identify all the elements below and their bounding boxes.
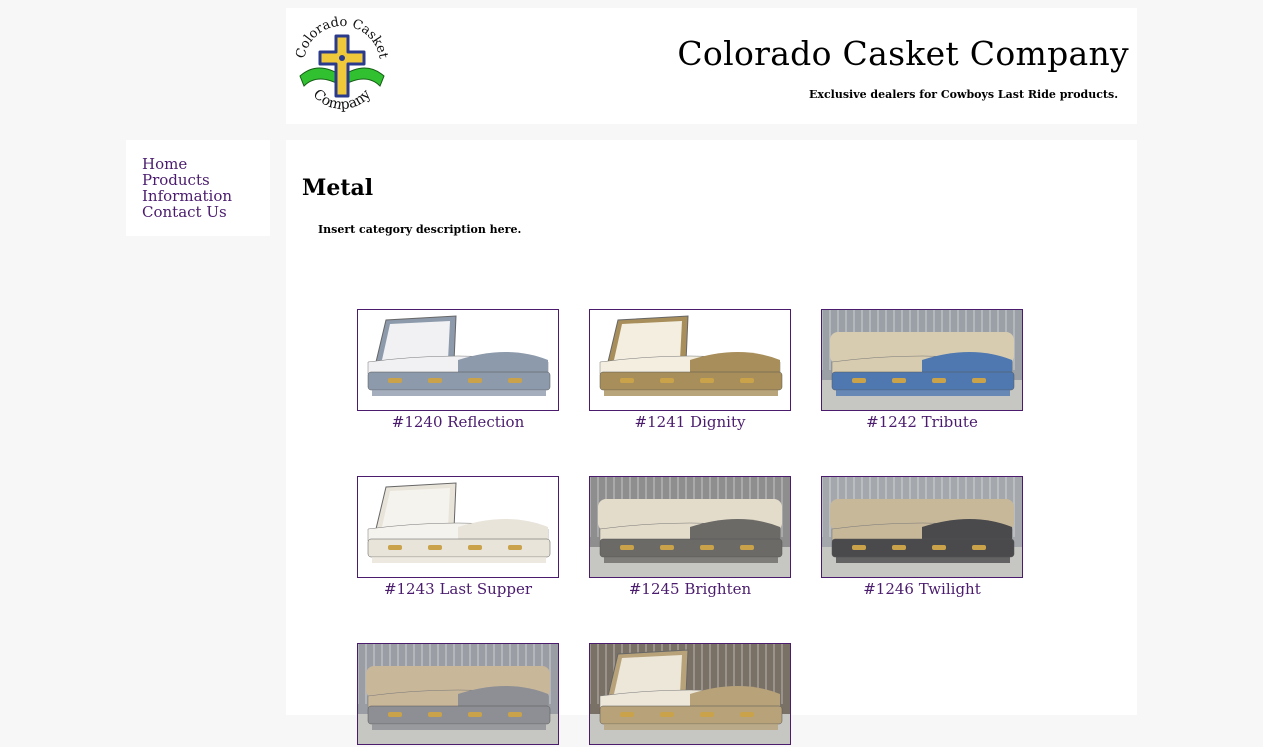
casket-image <box>358 644 558 744</box>
product-thumbnail[interactable] <box>357 476 559 578</box>
site-tagline: Exclusive dealers for Cowboys Last Ride … <box>809 88 1119 101</box>
product-item[interactable] <box>574 643 806 747</box>
casket-image <box>822 310 1022 410</box>
category-description: Insert category description here. <box>318 223 522 236</box>
product-item[interactable]: #1242 Tribute <box>806 309 1038 431</box>
product-item[interactable] <box>342 643 574 747</box>
category-heading: Metal <box>302 175 374 201</box>
casket-image <box>590 644 790 744</box>
product-thumbnail[interactable] <box>589 309 791 411</box>
product-link[interactable]: #1240 Reflection <box>342 413 574 431</box>
product-link[interactable]: #1243 Last Supper <box>342 580 574 598</box>
nav-link-home[interactable]: Home <box>142 156 270 172</box>
casket-image <box>358 477 558 577</box>
casket-image <box>822 477 1022 577</box>
product-link[interactable]: #1245 Brighten <box>574 580 806 598</box>
product-thumbnail[interactable] <box>357 309 559 411</box>
casket-image <box>590 477 790 577</box>
product-item[interactable]: #1240 Reflection <box>342 309 574 431</box>
product-link[interactable]: #1241 Dignity <box>574 413 806 431</box>
product-thumbnail[interactable] <box>821 309 1023 411</box>
product-item[interactable]: #1246 Twilight <box>806 476 1038 598</box>
site-title: Colorado Casket Company <box>677 34 1129 73</box>
product-thumbnail[interactable] <box>589 643 791 745</box>
nav-link-information[interactable]: Information <box>142 188 270 204</box>
casket-image <box>358 310 558 410</box>
company-logo[interactable]: Colorado Casket Company <box>293 14 390 120</box>
main-content: Metal Insert category description here. … <box>286 140 1137 745</box>
product-thumbnail[interactable] <box>821 476 1023 578</box>
site-header: Colorado Casket Company Colorado Casket … <box>286 8 1137 124</box>
product-item[interactable]: #1245 Brighten <box>574 476 806 598</box>
product-link[interactable]: #1246 Twilight <box>806 580 1038 598</box>
nav-link-products[interactable]: Products <box>142 172 270 188</box>
product-link[interactable]: #1242 Tribute <box>806 413 1038 431</box>
sidebar-nav: Home Products Information Contact Us <box>126 140 270 236</box>
product-item[interactable]: #1243 Last Supper <box>342 476 574 598</box>
casket-image <box>590 310 790 410</box>
logo-cross-icon: Colorado Casket Company <box>293 15 390 113</box>
product-thumbnail[interactable] <box>357 643 559 745</box>
nav-link-contact-us[interactable]: Contact Us <box>142 204 270 220</box>
product-item[interactable]: #1241 Dignity <box>574 309 806 431</box>
product-thumbnail[interactable] <box>589 476 791 578</box>
